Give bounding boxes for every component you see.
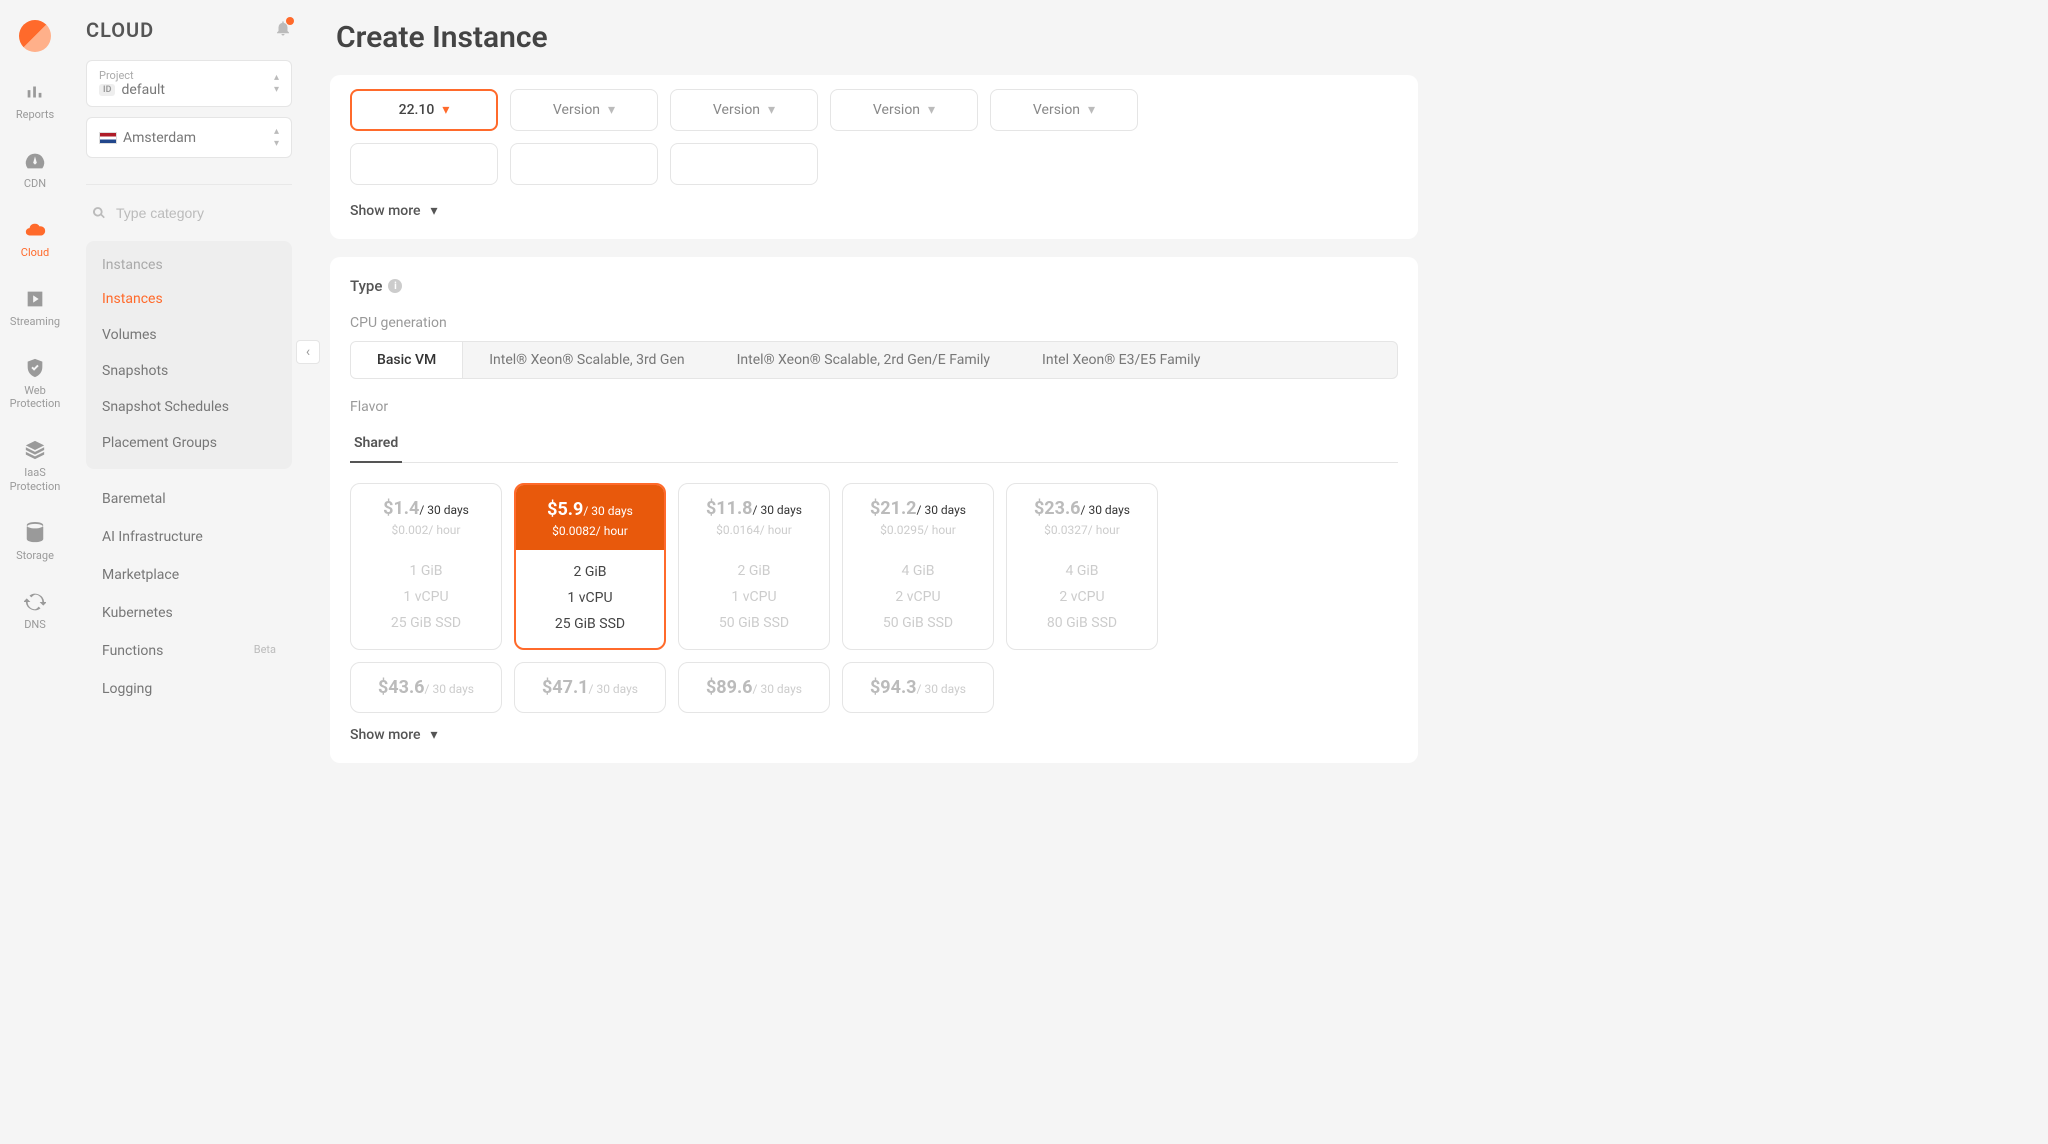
flavor-card[interactable]: $47.1/ 30 days bbox=[514, 662, 666, 713]
main: Create Instance 22.10▾ Version▾ Version▾… bbox=[308, 0, 1440, 808]
icon-rail: Reports CDN Cloud Streaming Web Protecti… bbox=[0, 0, 70, 808]
rail-cloud[interactable]: Cloud bbox=[21, 218, 49, 259]
nav-ai-infrastructure[interactable]: AI Infrastructure bbox=[86, 519, 292, 555]
notifications-icon[interactable] bbox=[274, 19, 292, 41]
chevron-updown-icon: ▴▾ bbox=[274, 126, 279, 149]
chevron-down-icon: ▾ bbox=[1088, 102, 1095, 118]
type-panel: Typei CPU generation Basic VM Intel® Xeo… bbox=[330, 257, 1418, 763]
image-version-panel: 22.10▾ Version▾ Version▾ Version▾ Versio… bbox=[330, 75, 1418, 239]
nav-kubernetes[interactable]: Kubernetes bbox=[86, 595, 292, 631]
logo bbox=[19, 20, 51, 52]
search-input[interactable] bbox=[116, 205, 286, 221]
version-option[interactable]: Version▾ bbox=[670, 89, 818, 131]
region-selector[interactable]: Amsterdam ▴▾ bbox=[86, 117, 292, 158]
nav-functions[interactable]: FunctionsBeta bbox=[86, 633, 292, 669]
nav-volumes[interactable]: Volumes bbox=[86, 317, 292, 353]
page-title: Create Instance bbox=[336, 20, 1412, 55]
flavor-card[interactable]: $11.8/ 30 days$0.0164/ hour 2 GiB1 vCPU5… bbox=[678, 483, 830, 650]
layers-icon bbox=[23, 438, 47, 462]
nav-snapshots[interactable]: Snapshots bbox=[86, 353, 292, 389]
speedometer-icon bbox=[23, 149, 47, 173]
chevron-down-icon: ▾ bbox=[431, 727, 438, 743]
cpu-tab-xeon-2nd[interactable]: Intel® Xeon® Scalable, 2rd Gen/E Family bbox=[711, 342, 1016, 378]
rail-iaas-protection[interactable]: IaaS Protection bbox=[0, 438, 70, 492]
cpu-tab-basic[interactable]: Basic VM bbox=[351, 342, 463, 378]
chevron-down-icon: ▾ bbox=[442, 102, 449, 118]
type-label: Typei bbox=[350, 277, 1398, 295]
nav-placement-groups[interactable]: Placement Groups bbox=[86, 425, 292, 461]
flavor-tab-shared[interactable]: Shared bbox=[350, 425, 402, 463]
sidebar-title: CLOUD bbox=[86, 18, 154, 42]
shield-check-icon bbox=[23, 356, 47, 380]
info-icon[interactable]: i bbox=[388, 279, 402, 293]
rail-storage[interactable]: Storage bbox=[16, 521, 54, 562]
collapse-sidebar-button[interactable]: ‹ bbox=[296, 340, 320, 364]
category-search[interactable] bbox=[86, 201, 292, 225]
flavor-card[interactable]: $94.3/ 30 days bbox=[842, 662, 994, 713]
cpu-generation-tabs: Basic VM Intel® Xeon® Scalable, 3rd Gen … bbox=[350, 341, 1398, 379]
flavor-grid: $1.4/ 30 days$0.002/ hour 1 GiB1 vCPU25 … bbox=[350, 483, 1398, 650]
flavor-card[interactable]: $1.4/ 30 days$0.002/ hour 1 GiB1 vCPU25 … bbox=[350, 483, 502, 650]
rail-web-protection[interactable]: Web Protection bbox=[0, 356, 70, 410]
flavor-card[interactable]: $89.6/ 30 days bbox=[678, 662, 830, 713]
rail-streaming[interactable]: Streaming bbox=[10, 287, 60, 328]
sync-icon bbox=[23, 590, 47, 614]
nav-marketplace[interactable]: Marketplace bbox=[86, 557, 292, 593]
cpu-gen-label: CPU generation bbox=[350, 315, 1398, 331]
chevron-down-icon: ▾ bbox=[928, 102, 935, 118]
nav-baremetal[interactable]: Baremetal bbox=[86, 481, 292, 517]
nav-logging[interactable]: Logging bbox=[86, 671, 292, 707]
show-more-flavors[interactable]: Show more▾ bbox=[350, 727, 1398, 743]
rail-cdn[interactable]: CDN bbox=[23, 149, 47, 190]
chevron-down-icon: ▾ bbox=[431, 203, 438, 219]
flavor-card-selected[interactable]: $5.9/ 30 days$0.0082/ hour 2 GiB1 vCPU25… bbox=[514, 483, 666, 650]
version-option-empty[interactable] bbox=[670, 143, 818, 185]
play-icon bbox=[23, 287, 47, 311]
cpu-tab-xeon-e3e5[interactable]: Intel Xeon® E3/E5 Family bbox=[1016, 342, 1226, 378]
rail-reports[interactable]: Reports bbox=[16, 80, 54, 121]
version-option-selected[interactable]: 22.10▾ bbox=[350, 89, 498, 131]
cpu-tab-xeon-3rd[interactable]: Intel® Xeon® Scalable, 3rd Gen bbox=[463, 342, 710, 378]
flavor-card[interactable]: $43.6/ 30 days bbox=[350, 662, 502, 713]
flag-nl-icon bbox=[99, 132, 117, 144]
flavor-card[interactable]: $23.6/ 30 days$0.0327/ hour 4 GiB2 vCPU8… bbox=[1006, 483, 1158, 650]
database-icon bbox=[23, 521, 47, 545]
search-icon bbox=[92, 205, 106, 221]
nav-snapshot-schedules[interactable]: Snapshot Schedules bbox=[86, 389, 292, 425]
chevron-updown-icon: ▴▾ bbox=[274, 72, 279, 95]
version-option[interactable]: Version▾ bbox=[990, 89, 1138, 131]
flavor-label: Flavor bbox=[350, 399, 1398, 415]
project-selector[interactable]: Project IDdefault ▴▾ bbox=[86, 60, 292, 107]
chevron-down-icon: ▾ bbox=[608, 102, 615, 118]
nav-group-instances: Instances Instances Volumes Snapshots Sn… bbox=[86, 241, 292, 469]
version-option[interactable]: Version▾ bbox=[830, 89, 978, 131]
cloud-icon bbox=[23, 218, 47, 242]
version-option-empty[interactable] bbox=[510, 143, 658, 185]
version-option[interactable]: Version▾ bbox=[510, 89, 658, 131]
rail-dns[interactable]: DNS bbox=[23, 590, 47, 631]
reports-icon bbox=[23, 80, 47, 104]
show-more-images[interactable]: Show more▾ bbox=[350, 203, 1398, 219]
flavor-card[interactable]: $21.2/ 30 days$0.0295/ hour 4 GiB2 vCPU5… bbox=[842, 483, 994, 650]
nav-instances[interactable]: Instances bbox=[86, 281, 292, 317]
flavor-grid-row2: $43.6/ 30 days $47.1/ 30 days $89.6/ 30 … bbox=[350, 662, 1398, 713]
chevron-down-icon: ▾ bbox=[768, 102, 775, 118]
sidebar: CLOUD Project IDdefault ▴▾ Amsterdam ▴▾ … bbox=[70, 0, 308, 808]
version-option-empty[interactable] bbox=[350, 143, 498, 185]
